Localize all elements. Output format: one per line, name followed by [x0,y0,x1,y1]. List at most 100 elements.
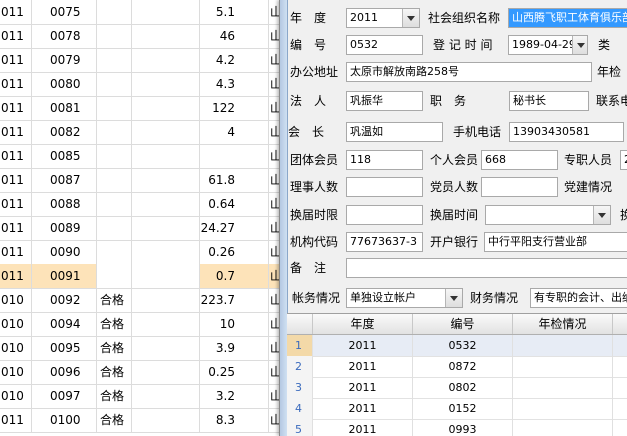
cell-code: 0079 [32,48,97,72]
grid-row[interactable]: 3 2011 0802 [287,377,627,399]
cell-year: 010 [0,288,32,312]
cell-tail: 山 [270,269,279,283]
remarks-field[interactable] [346,258,627,278]
term-tail-label: 换 [620,205,627,225]
term-limit-field[interactable] [346,205,423,225]
cell-code: 0152 [413,398,513,419]
table-row[interactable]: 011 0081 122 山 [0,96,279,121]
bank-field[interactable]: 中行平阳支行营业部 [484,232,627,252]
directors-label: 理事人数 [290,180,339,194]
table-row[interactable]: 011 0082 4 山 [0,120,279,145]
term-time-label: 换届时间 [430,208,479,222]
cell-code: 0088 [32,192,97,216]
party-building-label: 党建情况 [564,180,613,194]
cell-year: 010 [0,312,32,336]
directors-field[interactable] [346,177,423,197]
table-row[interactable]: 010 0092 合格 223.7 山 [0,288,279,313]
address-field[interactable]: 太原市解放南路258号 [346,62,592,82]
reg-time-picker[interactable]: 1989-04-29 [508,35,588,55]
cell-tail: 山 [270,197,279,211]
table-row[interactable]: 011 0075 5.1 山 [0,0,279,25]
finance-status-value: 有专职的会计、出纳 [534,291,627,304]
finance-status-select[interactable]: 有专职的会计、出纳 [530,288,627,308]
column-header-code[interactable]: 编号 [413,314,513,334]
cell-code: 0090 [32,240,97,264]
org-code-field[interactable]: 77673637-3 [346,232,423,252]
table-row[interactable]: 010 0097 合格 3.2 山 [0,384,279,409]
cell-code: 0532 [413,335,513,356]
chevron-down-icon[interactable] [402,9,419,27]
cell-empty [132,144,200,168]
cell-empty [132,48,200,72]
legal-rep-field[interactable]: 巩振华 [346,91,423,111]
year-select-value: 2011 [350,11,378,24]
table-row[interactable]: 011 0078 46 山 [0,24,279,49]
cell-year: 2011 [313,356,413,377]
mobile-field[interactable]: 13903430581 [509,122,624,142]
grid-row[interactable]: 5 2011 0993 [287,419,627,436]
grid-row[interactable]: 1 2011 0532 [287,335,627,357]
table-row[interactable]: 011 0087 61.8 山 [0,168,279,193]
column-header-check[interactable]: 年检情况 [513,314,613,334]
cell-empty [132,192,200,216]
individual-members-label: 个人会员 [430,153,479,167]
grid-row[interactable]: 4 2011 0152 [287,398,627,420]
cell-empty [132,336,200,360]
fulltime-staff-field[interactable]: 2 [620,150,627,170]
cell-tail: 山 [270,413,279,427]
table-row[interactable]: 010 0096 合格 0.25 山 [0,360,279,385]
cell-empty [132,312,200,336]
org-name-field[interactable]: 山西腾飞职工体育俱乐部 [508,8,627,28]
cell-tail: 山 [270,245,279,259]
mobile-label: 手机电话 [453,125,502,139]
cell-status [97,0,132,24]
address-label: 办公地址 [290,65,339,79]
table-row[interactable]: 011 0100 合格 8.3 山 [0,408,279,433]
table-row[interactable]: 010 0094 合格 10 山 [0,312,279,337]
cell-value: 10 [200,312,269,336]
position-field[interactable]: 秘书长 [509,91,589,111]
group-members-field[interactable]: 118 [346,150,423,170]
grid-header: 年度 编号 年检情况 [287,314,627,335]
cell-code: 0993 [413,419,513,436]
cell-empty [132,96,200,120]
chevron-down-icon[interactable] [445,289,462,307]
cell-status: 合格 [97,288,132,312]
table-row[interactable]: 011 0079 4.2 山 [0,48,279,73]
cell-check [513,419,613,436]
finance-select[interactable]: 单独设立帐户 [346,288,463,308]
chevron-down-icon[interactable] [593,206,610,224]
cell-status [97,120,132,144]
cell-empty [132,24,200,48]
chevron-down-icon[interactable] [572,36,587,54]
cell-year: 010 [0,384,32,408]
cell-value: 4.3 [200,72,269,96]
table-row[interactable]: 010 0095 合格 3.9 山 [0,336,279,361]
cell-tail: 山 [270,317,279,331]
cell-empty [132,72,200,96]
president-field[interactable]: 巩温如 [346,122,443,142]
cell-year: 011 [0,24,32,48]
finance-select-value: 单独设立帐户 [350,291,416,304]
cell-tail: 山 [270,149,279,163]
table-row[interactable]: 011 0090 0.26 山 [0,240,279,265]
grid-row[interactable]: 2 2011 0872 [287,356,627,378]
cell-code: 0075 [32,0,97,24]
year-select[interactable]: 2011 [346,8,420,28]
table-row[interactable]: 011 0089 24.27 山 [0,216,279,241]
cell-status: 合格 [97,384,132,408]
cell-status: 合格 [97,360,132,384]
party-members-field[interactable] [481,177,558,197]
table-row[interactable]: 011 0085 山 [0,144,279,169]
table-row[interactable]: 011 0091 0.7 山 [0,264,279,289]
term-time-select[interactable] [485,205,611,225]
column-header-year[interactable]: 年度 [313,314,413,334]
table-row[interactable]: 011 0080 4.3 山 [0,72,279,97]
number-field[interactable]: 0532 [346,35,423,55]
cell-tail: 山 [270,293,279,307]
cell-status: 合格 [97,312,132,336]
cell-value: 4 [200,120,269,144]
individual-members-field[interactable]: 668 [481,150,558,170]
party-members-label: 党员人数 [430,180,479,194]
table-row[interactable]: 011 0088 0.64 山 [0,192,279,217]
